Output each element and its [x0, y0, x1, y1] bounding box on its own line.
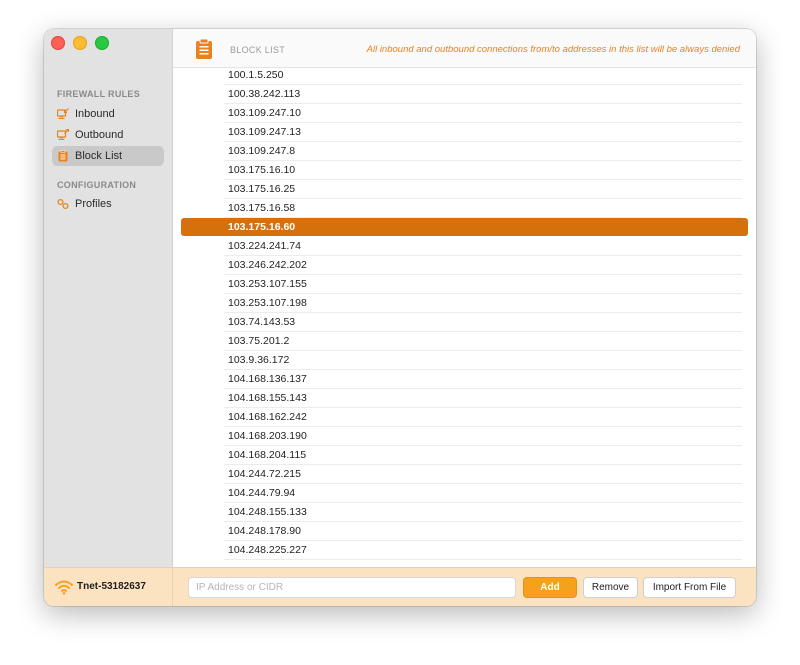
page-title: BLOCK LIST — [230, 45, 286, 55]
list-item[interactable]: 103.224.241.74 — [224, 237, 742, 256]
sidebar-item-label: Inbound — [75, 108, 115, 120]
window-controls — [51, 36, 109, 50]
list-item[interactable]: 100.38.242.113 — [224, 85, 742, 104]
list-item[interactable]: 104.168.204.115 — [224, 446, 742, 465]
list-item[interactable]: 104.244.79.94 — [224, 484, 742, 503]
block-list[interactable]: 100.1.5.250 100.38.242.113 103.109.247.10 1… — [173, 67, 756, 567]
list-item[interactable]: 103.175.16.25 — [224, 180, 742, 199]
network-name: Tnet-53182637 — [77, 581, 146, 592]
list-item[interactable]: 104.168.162.242 — [224, 408, 742, 427]
list-item[interactable]: 103.175.16.60 — [181, 218, 748, 236]
maximize-window-button[interactable] — [95, 36, 109, 50]
wifi-icon — [55, 579, 73, 600]
sidebar-item-block-list[interactable]: Block List — [52, 146, 164, 166]
main-panel: BLOCK LIST All inbound and outbound conn… — [173, 29, 756, 567]
minimize-window-button[interactable] — [73, 36, 87, 50]
page-header: BLOCK LIST All inbound and outbound conn… — [173, 29, 756, 68]
sidebar-item-inbound[interactable]: Inbound — [52, 104, 164, 124]
sidebar-item-label: Profiles — [75, 198, 112, 210]
list-item[interactable]: 104.168.203.190 — [224, 427, 742, 446]
divider — [172, 568, 173, 606]
list-item[interactable]: 103.253.107.198 — [224, 294, 742, 313]
sidebar-item-label: Block List — [75, 150, 123, 162]
list-item[interactable]: 103.74.143.53 — [224, 313, 742, 332]
clipboard-icon — [195, 38, 213, 65]
list-item[interactable]: 103.175.16.10 — [224, 161, 742, 180]
list-item[interactable]: 103.109.247.10 — [224, 104, 742, 123]
profiles-icon — [57, 198, 69, 210]
ip-address-input[interactable] — [188, 577, 516, 598]
add-button[interactable]: Add — [523, 577, 577, 598]
list-item[interactable]: 104.248.155.133 — [224, 503, 742, 522]
close-window-button[interactable] — [51, 36, 65, 50]
list-item[interactable]: 104.248.178.90 — [224, 522, 742, 541]
list-item[interactable]: 103.109.247.13 — [224, 123, 742, 142]
bottom-bar: Tnet-53182637 Add Remove Import From Fil… — [44, 567, 756, 606]
clipboard-icon — [57, 150, 69, 162]
outbound-icon — [57, 129, 69, 141]
list-item[interactable]: 104.168.155.143 — [224, 389, 742, 408]
app-window: FIREWALL RULES Inbound Outbound Block Li… — [44, 29, 756, 606]
sidebar-item-label: Outbound — [75, 129, 124, 141]
list-item[interactable]: 103.253.107.155 — [224, 275, 742, 294]
sidebar-item-profiles[interactable]: Profiles — [52, 194, 164, 214]
import-from-file-button[interactable]: Import From File — [643, 577, 736, 598]
list-item[interactable]: 104.248.225.227 — [224, 541, 742, 560]
section-title-firewall-rules: FIREWALL RULES — [57, 89, 141, 99]
section-title-configuration: CONFIGURATION — [57, 180, 137, 190]
sidebar-item-outbound[interactable]: Outbound — [52, 125, 164, 145]
list-item[interactable]: 103.175.16.58 — [224, 199, 742, 218]
list-item[interactable]: 104.244.72.215 — [224, 465, 742, 484]
list-item[interactable]: 103.9.36.172 — [224, 351, 742, 370]
list-item[interactable]: 104.168.136.137 — [224, 370, 742, 389]
sidebar: FIREWALL RULES Inbound Outbound Block Li… — [44, 29, 173, 567]
list-item[interactable]: 100.1.5.250 — [224, 67, 742, 85]
list-item[interactable]: 103.109.247.8 — [224, 142, 742, 161]
inbound-icon — [57, 108, 69, 120]
list-item[interactable]: 103.75.201.2 — [224, 332, 742, 351]
list-item[interactable]: 103.246.242.202 — [224, 256, 742, 275]
remove-button[interactable]: Remove — [583, 577, 638, 598]
page-description: All inbound and outbound connections fro… — [366, 44, 740, 55]
